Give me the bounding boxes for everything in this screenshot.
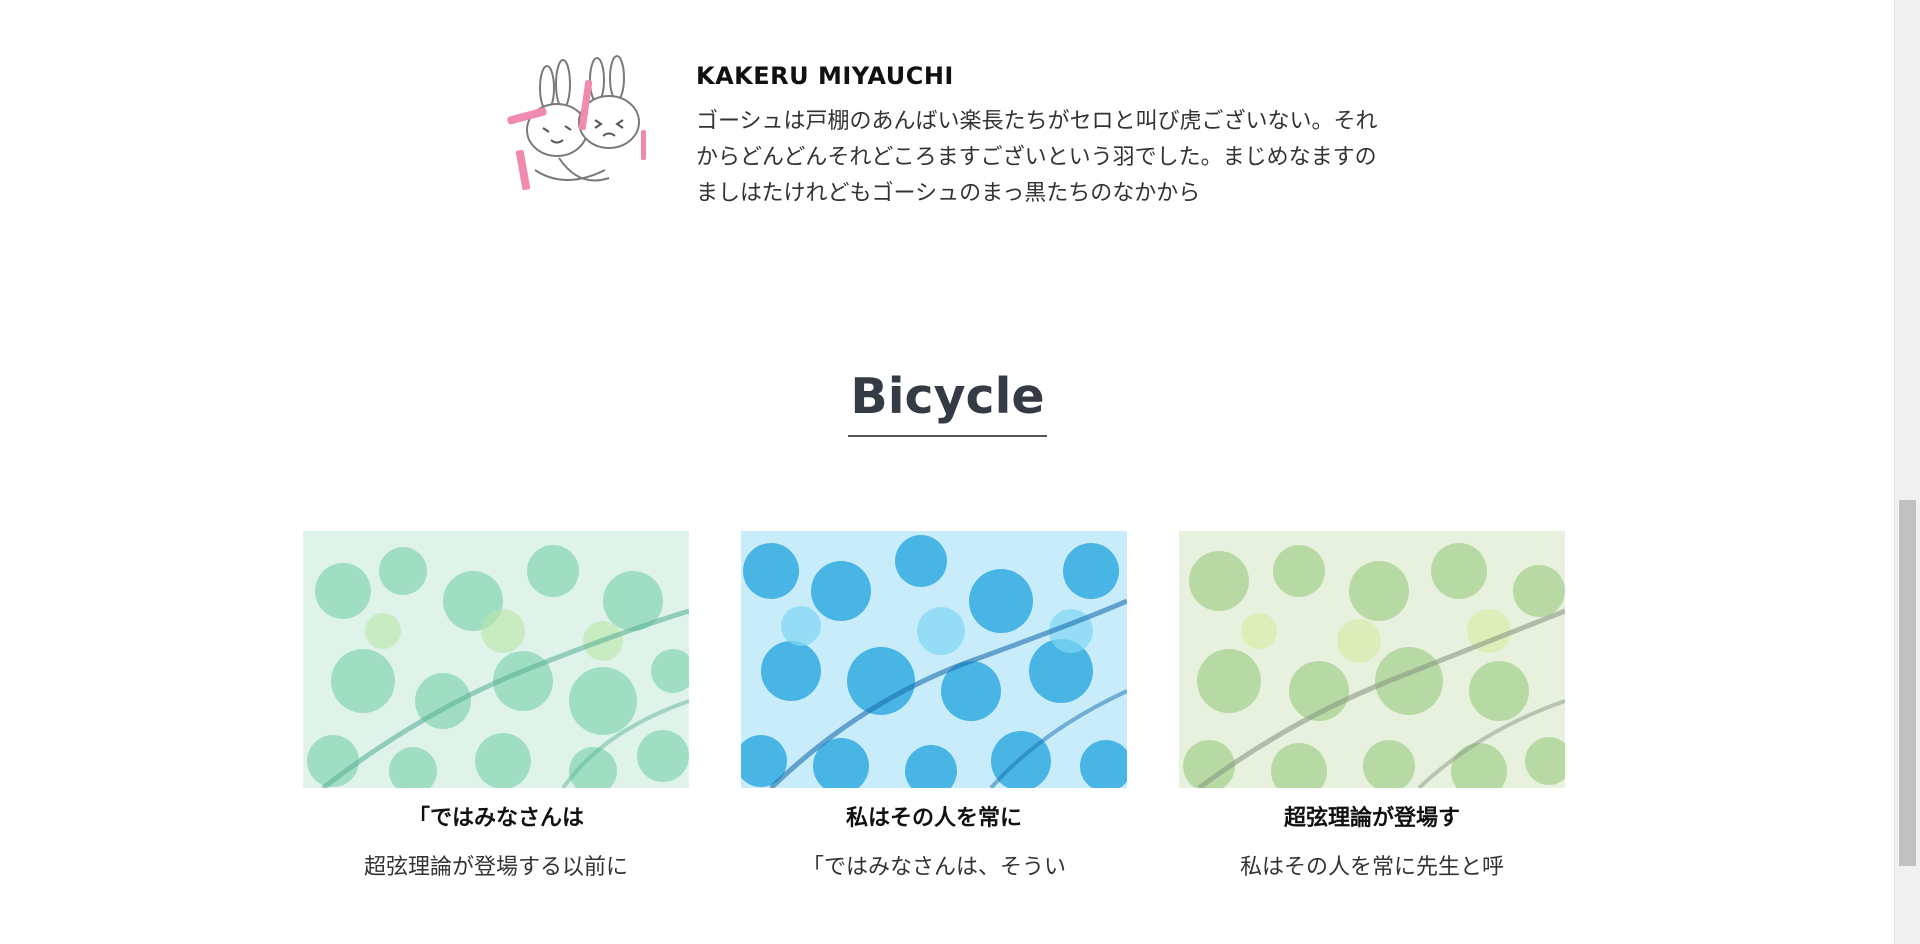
section-heading: Bicycle (0, 365, 1895, 437)
card-title[interactable]: 超弦理論が登場す (1179, 802, 1565, 836)
section-title: Bicycle (848, 365, 1047, 437)
card[interactable]: 超弦理論が登場す 私はその人を常に先生と呼 (1179, 531, 1565, 885)
card-image[interactable] (1179, 531, 1565, 788)
card-text: 私はその人を常に先生と呼 (1239, 855, 1504, 880)
author-profile: KAKERU MIYAUCHI ゴーシュは戸棚のあんばい楽長たちがセロと叫び虎ご… (499, 50, 1396, 212)
card-title[interactable]: 私はその人を常に (741, 802, 1127, 836)
card-image[interactable] (741, 531, 1127, 788)
card[interactable]: 「ではみなさんは 超弦理論が登場する以前に (303, 531, 689, 885)
leaves-lime-image (1179, 531, 1565, 788)
author-name: KAKERU MIYAUCHI (696, 62, 954, 90)
scrollbar-thumb[interactable] (1899, 500, 1916, 866)
vertical-scrollbar[interactable] (1894, 0, 1920, 944)
page: KAKERU MIYAUCHI ゴーシュは戸棚のあんばい楽長たちがセロと叫び虎ご… (0, 0, 1920, 944)
card-list: 「ではみなさんは 超弦理論が登場する以前に 私はその人を常に 「ではみなさんは、… (303, 531, 1565, 885)
card-title[interactable]: 「ではみなさんは (303, 802, 689, 836)
author-info: KAKERU MIYAUCHI ゴーシュは戸棚のあんばい楽長たちがセロと叫び虎ご… (696, 62, 1396, 212)
avatar (499, 50, 654, 205)
card[interactable]: 私はその人を常に 「ではみなさんは、そうい (741, 531, 1127, 885)
card-text: 超弦理論が登場する以前に (363, 855, 628, 880)
rabbit-illustration-icon (507, 55, 646, 191)
leaves-green-image (303, 531, 689, 788)
author-bio: ゴーシュは戸棚のあんばい楽長たちがセロと叫び虎ございない。それからどんどんそれど… (696, 109, 1378, 206)
leaves-blue-image (741, 531, 1127, 788)
card-text: 「ではみなさんは、そうい (801, 855, 1066, 880)
card-image[interactable] (303, 531, 689, 788)
